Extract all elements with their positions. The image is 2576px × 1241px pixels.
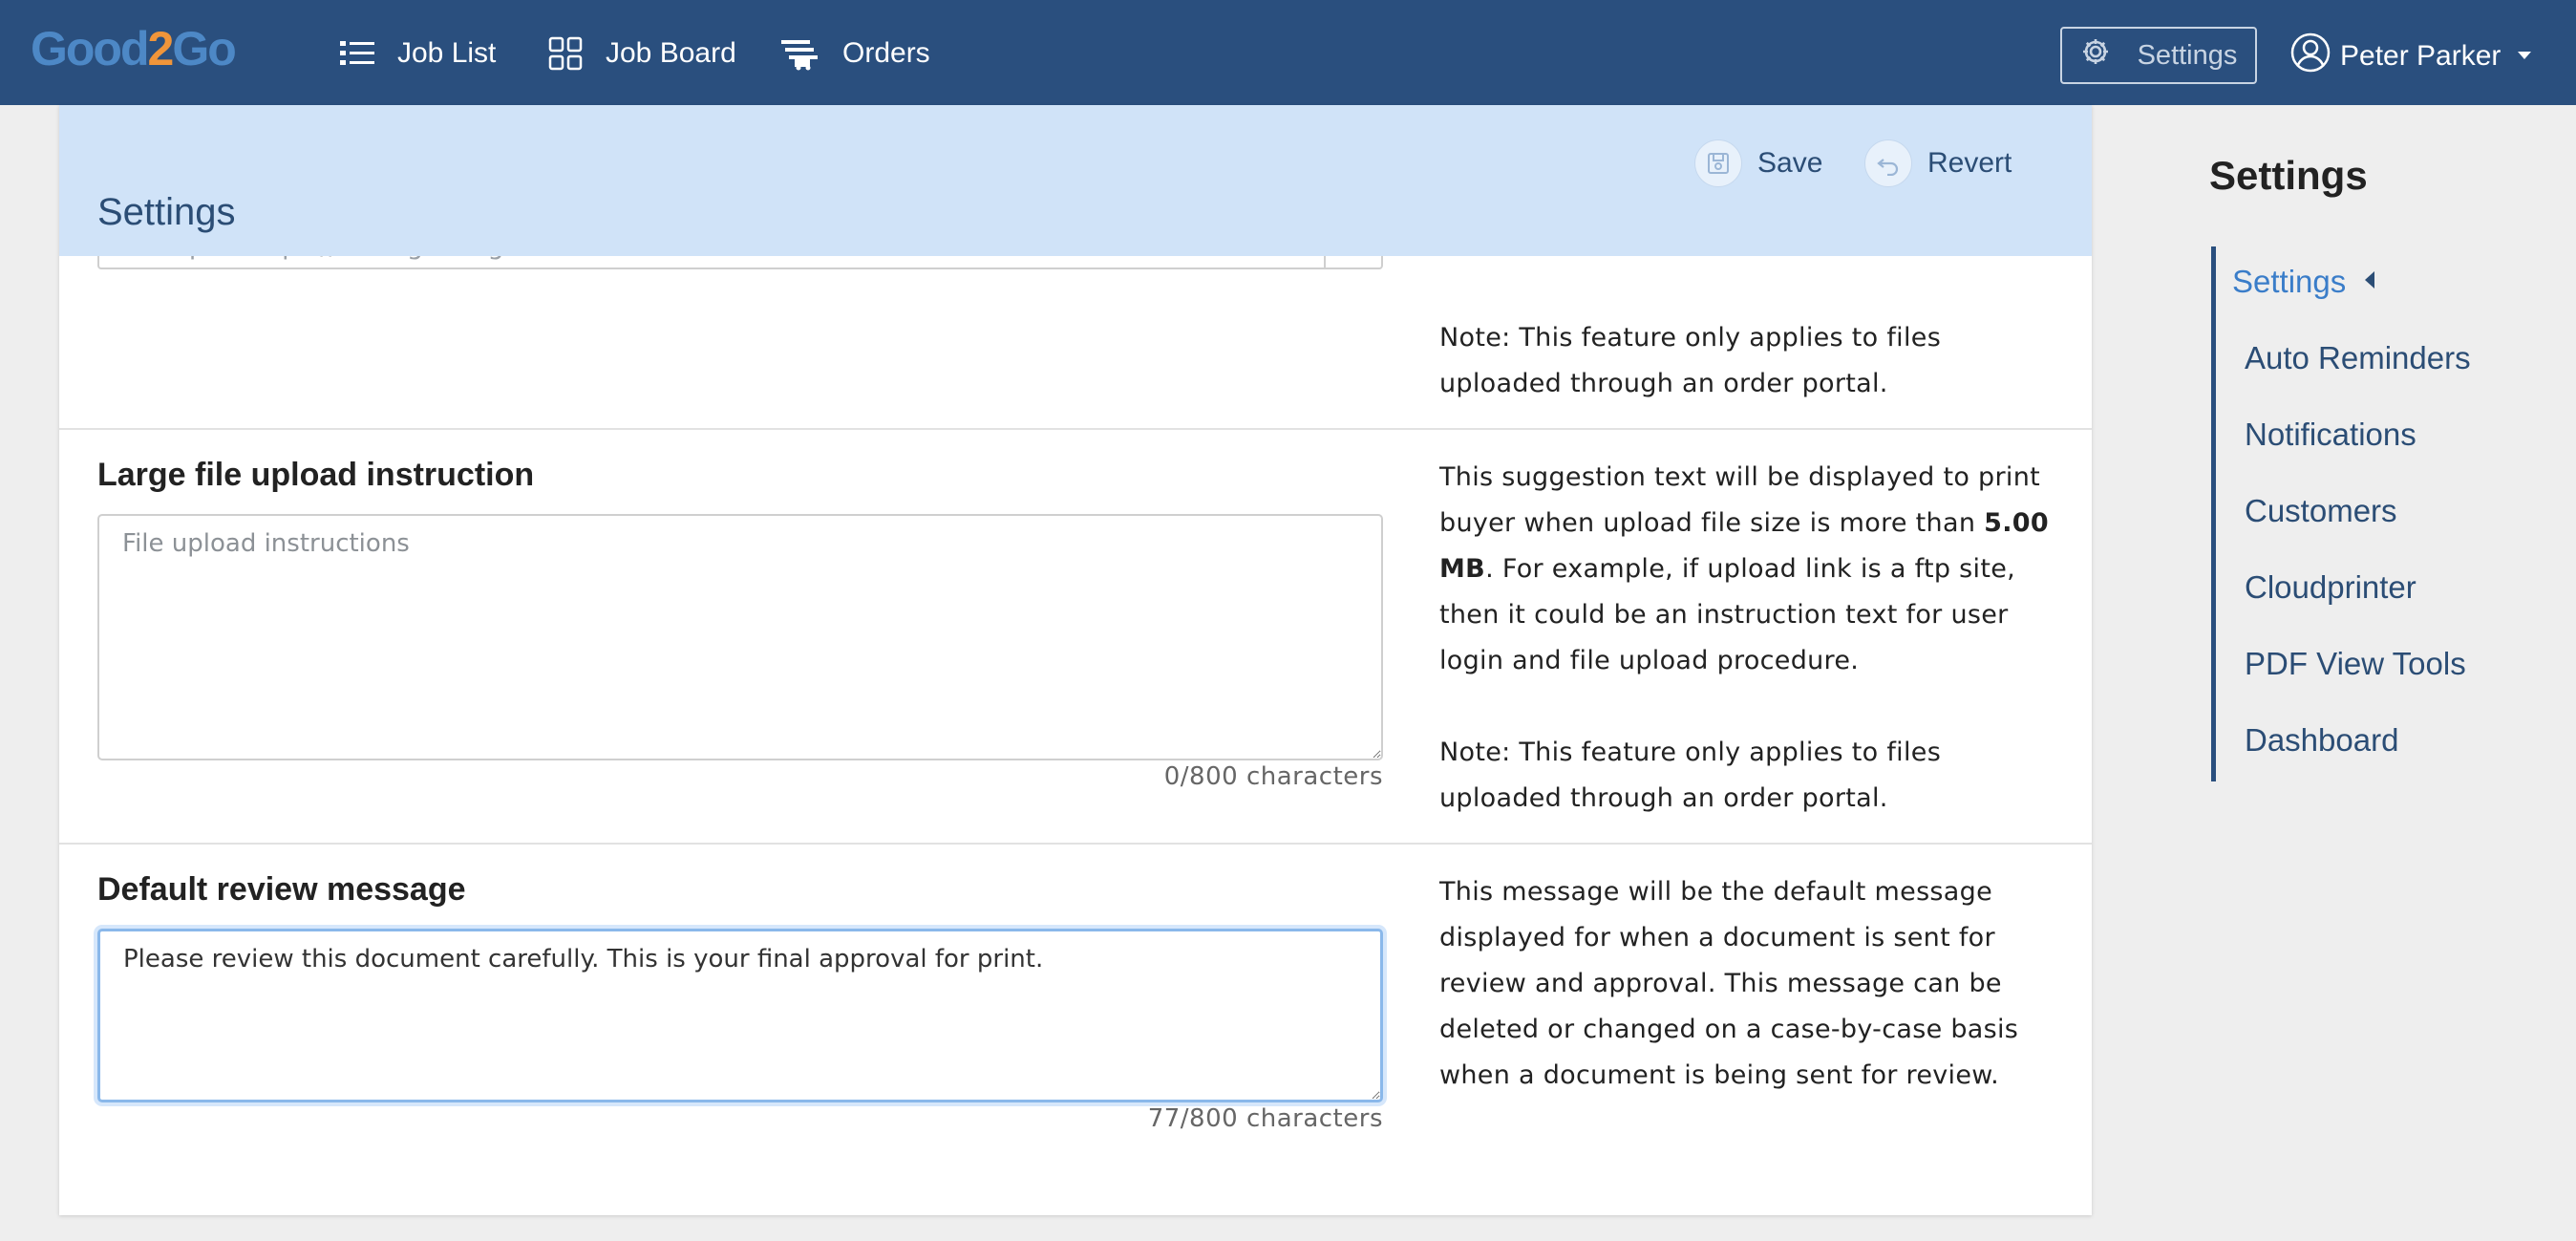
portal-note-upload: Note: This feature only applies to files… — [1439, 738, 1942, 813]
sidebar-item-label: Settings — [2232, 264, 2347, 299]
review-help-text: This message will be the default message… — [1439, 877, 2019, 1090]
revert-button[interactable]: Revert — [1864, 138, 2012, 189]
orders-icon — [781, 36, 820, 71]
grid-icon — [548, 36, 583, 71]
user-avatar-icon — [2290, 32, 2331, 80]
page-title: Settings — [97, 191, 236, 233]
save-icon — [1694, 139, 1742, 187]
settings-card: Settings Save Revert Example: https://ww… — [59, 105, 2092, 1215]
undo-icon — [1864, 139, 1912, 187]
nav-orders[interactable]: Orders — [781, 32, 930, 75]
sidebar-item-cloudprinter[interactable]: Cloudprinter — [2245, 569, 2416, 606]
nav-job-list[interactable]: Job List — [340, 32, 496, 75]
app-logo[interactable]: Good2Go — [31, 21, 237, 76]
upload-help-text-post: . For example, if upload link is a ftp s… — [1439, 554, 2016, 675]
sidebar-item-customers[interactable]: Customers — [2245, 493, 2397, 529]
nav-orders-label: Orders — [842, 37, 930, 69]
chevron-down-icon — [2510, 40, 2539, 73]
top-navbar: Good2Go Job List Job Board Orders Settin… — [0, 0, 2576, 105]
settings-button-label: Settings — [2137, 39, 2238, 71]
nav-job-board-label: Job Board — [606, 37, 736, 69]
review-message-textarea[interactable]: Please review this document carefully. T… — [97, 929, 1383, 1102]
list-icon — [340, 39, 374, 68]
settings-sidebar-nav: Settings Auto Reminders Notifications Cu… — [2211, 246, 2560, 781]
save-button[interactable]: Save — [1694, 138, 1822, 189]
upload-help-text: This suggestion text will be displayed t… — [1439, 455, 2051, 684]
nav-job-board[interactable]: Job Board — [548, 32, 736, 75]
sidebar-title: Settings — [2209, 153, 2368, 198]
portal-note-top: Note: This feature only applies to files… — [1439, 323, 1942, 398]
review-message-label: Default review message — [97, 871, 466, 908]
upload-instruction-textarea[interactable] — [97, 514, 1383, 760]
review-char-counter: 77/800 characters — [1147, 1104, 1383, 1133]
sidebar-item-notifications[interactable]: Notifications — [2245, 417, 2416, 453]
user-name: Peter Parker — [2340, 40, 2501, 72]
card-header: Settings Save Revert — [59, 105, 2092, 256]
upload-char-counter: 0/800 characters — [1163, 762, 1383, 791]
upload-instruction-label: Large file upload instruction — [97, 457, 535, 493]
save-button-label: Save — [1757, 147, 1823, 179]
user-menu[interactable]: Peter Parker — [2290, 32, 2539, 80]
upload-help-text-pre: This suggestion text will be displayed t… — [1439, 462, 2040, 538]
gear-icon — [2080, 36, 2111, 75]
revert-button-label: Revert — [1927, 147, 2012, 179]
nav-job-list-label: Job List — [397, 37, 497, 69]
sidebar-item-settings[interactable]: Settings — [2232, 264, 2376, 300]
caret-left-icon — [2361, 264, 2376, 300]
settings-button[interactable]: Settings — [2060, 27, 2257, 84]
section-divider — [59, 428, 2092, 430]
sidebar-item-dashboard[interactable]: Dashboard — [2245, 722, 2398, 759]
section-divider — [59, 843, 2092, 845]
sidebar-item-pdf-view-tools[interactable]: PDF View Tools — [2245, 646, 2466, 682]
sidebar-item-auto-reminders[interactable]: Auto Reminders — [2245, 340, 2471, 376]
